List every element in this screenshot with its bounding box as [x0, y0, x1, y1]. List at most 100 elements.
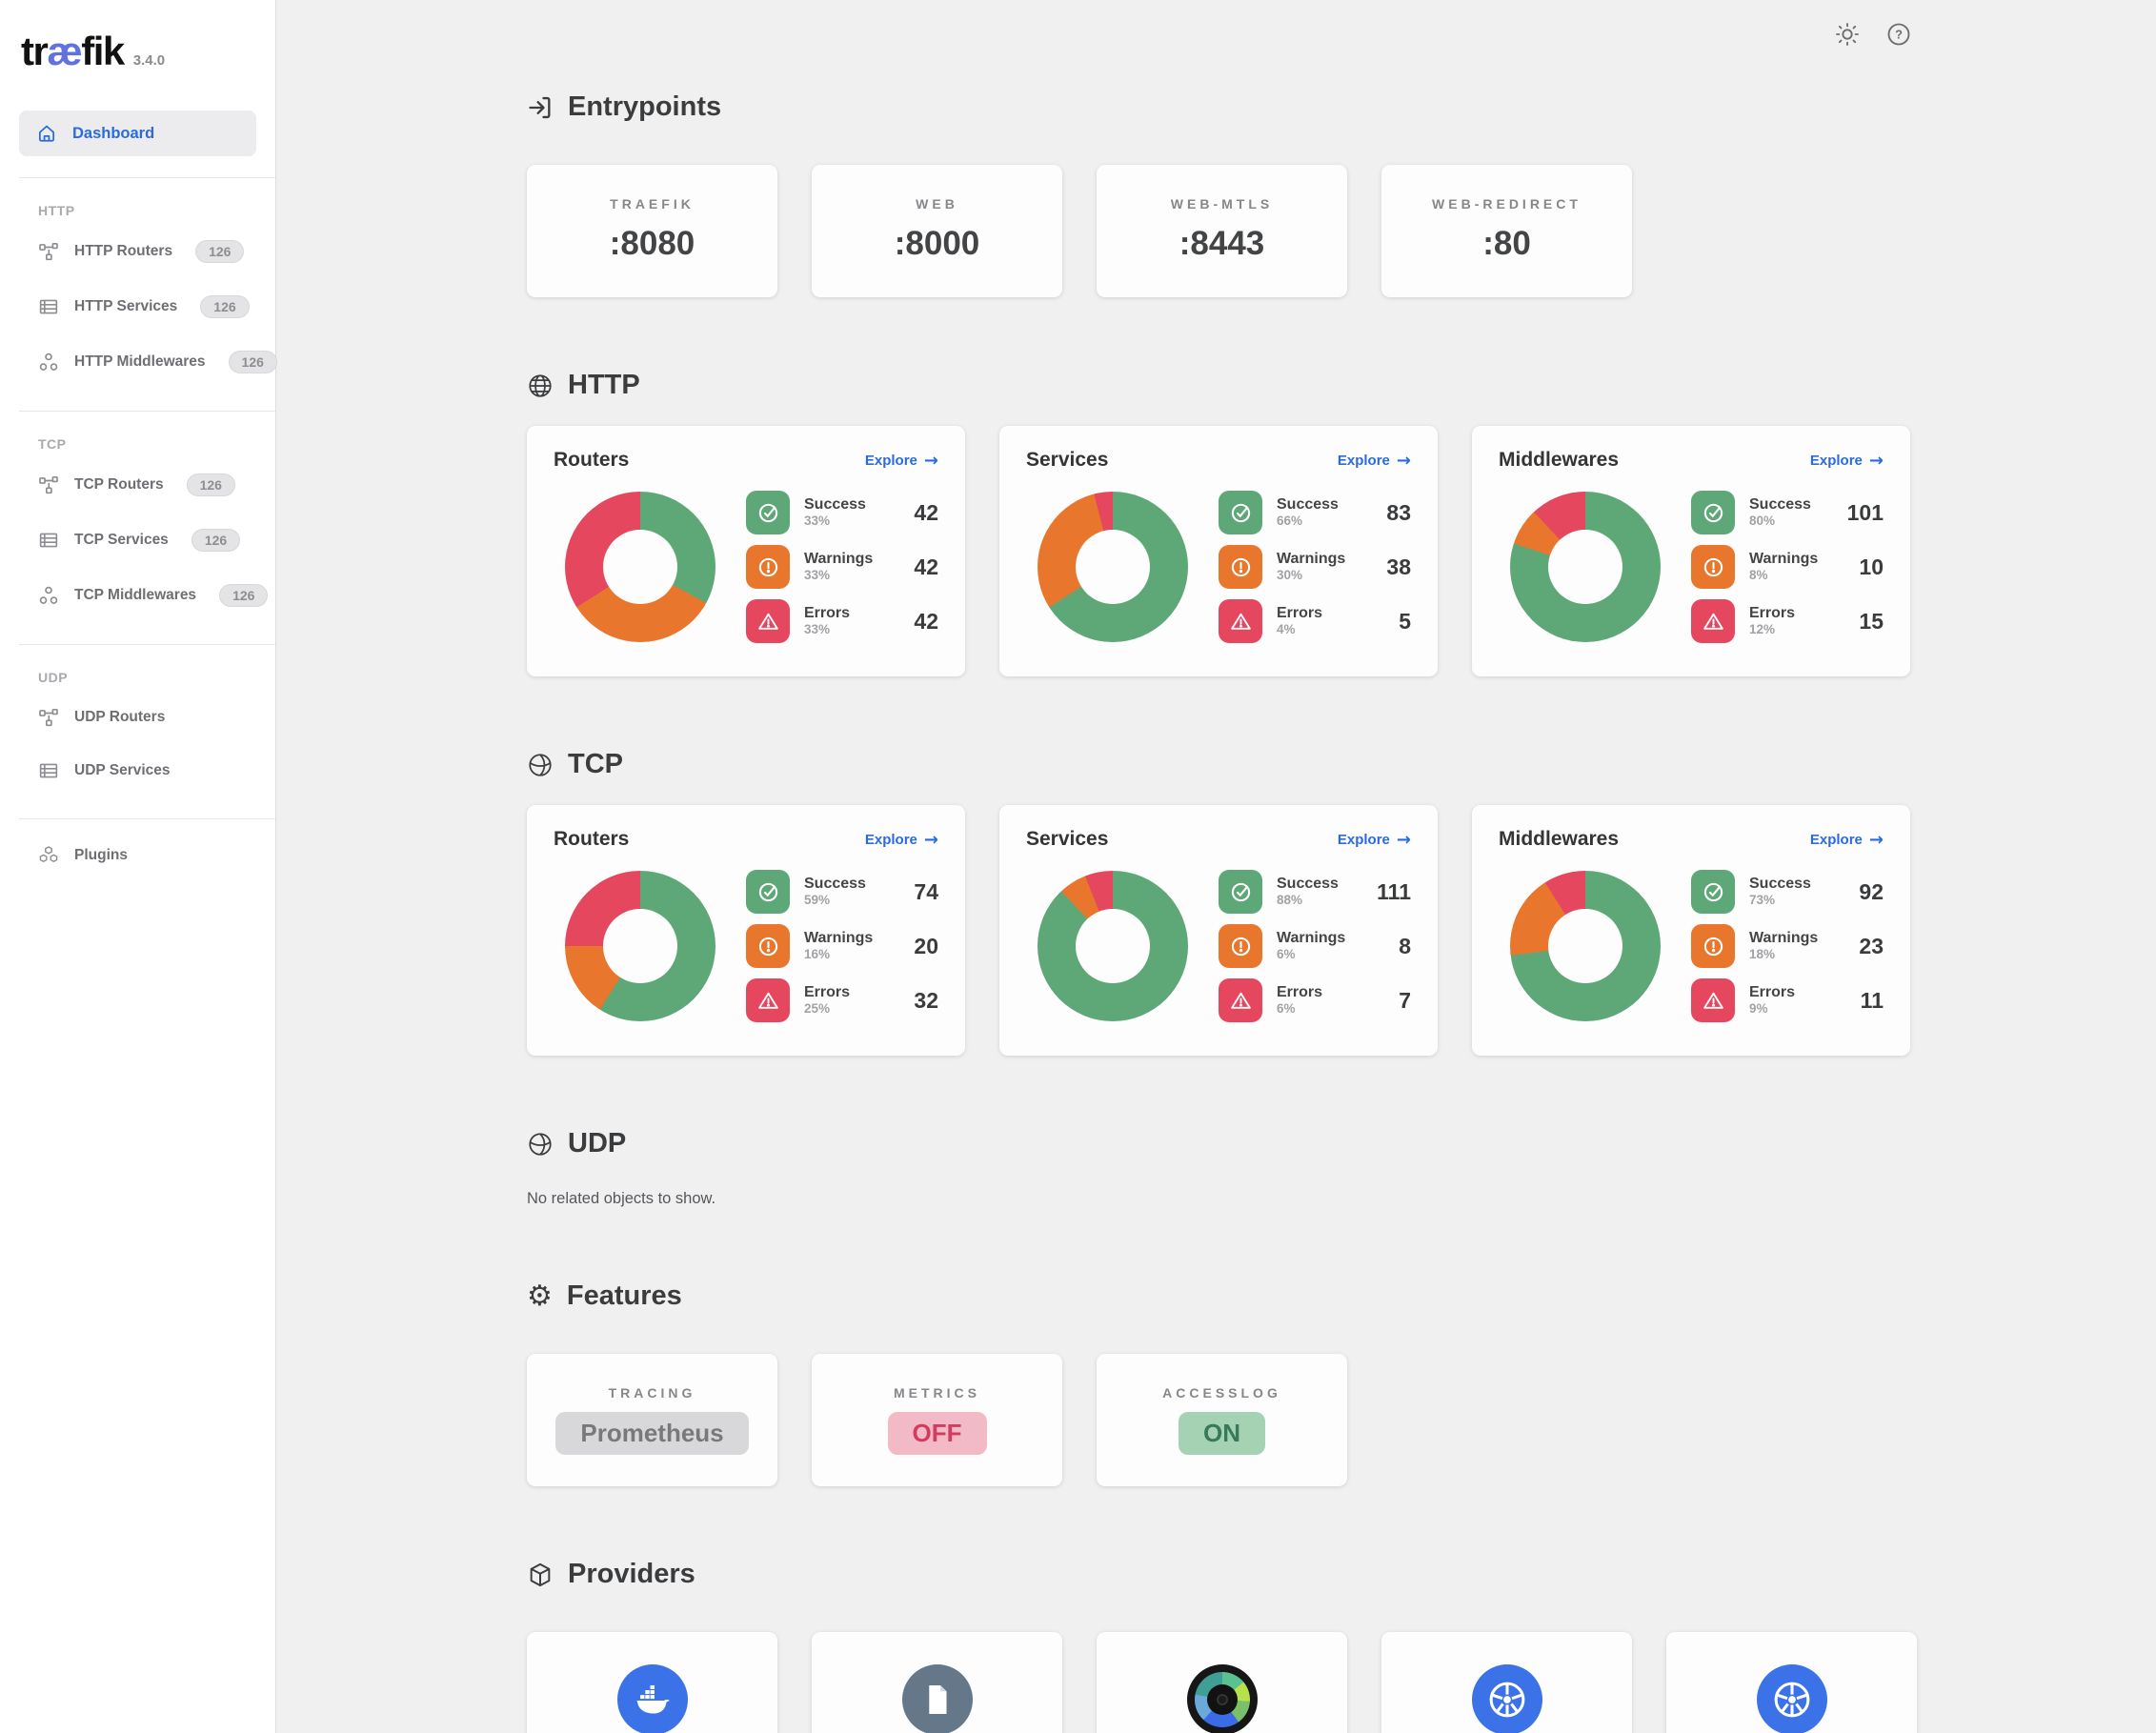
explore-link[interactable]: Explore→	[865, 830, 938, 850]
sidebar-item-label: HTTP Routers	[74, 243, 172, 260]
login-icon	[527, 94, 554, 121]
plugins-icon	[38, 845, 59, 866]
card-title: Middlewares	[1499, 449, 1619, 472]
explore-link[interactable]: Explore→	[1338, 451, 1411, 471]
sidebar-item-http-middlewares[interactable]: HTTP Middlewares 126	[0, 334, 275, 390]
count-badge: 126	[187, 474, 235, 496]
sidebar: træfik 3.4.0 Dashboard HTTP HTTP Routers…	[0, 0, 276, 1733]
sidebar-item-tcp-services[interactable]: TCP Services 126	[0, 513, 275, 568]
sidebar-item-label: HTTP Middlewares	[74, 353, 206, 371]
stat-errors: Errors12% 15	[1691, 599, 1884, 643]
entrypoint-card-web-mtls: WEB-MTLS :8443	[1097, 165, 1347, 297]
sidebar-section-tcp: TCP	[0, 412, 275, 457]
provider-card-docker: Docker	[527, 1632, 777, 1733]
card-title: Routers	[554, 449, 629, 472]
sidebar-item-plugins[interactable]: Plugins	[0, 829, 275, 882]
tcp-services-card: Services Explore→ Success88% 111 Warnin	[999, 805, 1438, 1056]
stat-success: Success33% 42	[746, 491, 938, 534]
tcp-routers-card: Routers Explore→ Success59% 74 Warnings	[527, 805, 965, 1056]
stat-warnings: Warnings6% 8	[1219, 924, 1411, 968]
docker-icon	[617, 1664, 688, 1733]
alert-triangle-icon	[746, 599, 790, 643]
globe-icon	[527, 373, 554, 399]
entrypoint-port: :8443	[1179, 225, 1265, 263]
routers-icon	[38, 241, 59, 262]
sidebar-item-label: TCP Routers	[74, 476, 164, 494]
marathon-icon	[1187, 1664, 1258, 1733]
sidebar-item-label: TCP Services	[74, 532, 169, 549]
middlewares-icon	[38, 352, 59, 373]
stat-success: Success59% 74	[746, 870, 938, 914]
routers-icon	[38, 474, 59, 495]
provider-card-marathon: Marathon	[1097, 1632, 1347, 1733]
entrypoint-name: WEB-REDIRECT	[1432, 196, 1582, 212]
tcp-middlewares-card: Middlewares Explore→ Success73% 92 Warn	[1472, 805, 1910, 1056]
arrow-right-icon: →	[1397, 451, 1411, 471]
package-icon	[527, 1562, 554, 1588]
card-title: Services	[1026, 828, 1108, 851]
services-icon	[38, 760, 59, 781]
arrow-right-icon: →	[1869, 830, 1884, 850]
http-routers-card: Routers Explore→ Success33% 42 Warnings	[527, 426, 965, 676]
sidebar-item-tcp-routers[interactable]: TCP Routers 126	[0, 457, 275, 513]
sidebar-item-tcp-middlewares[interactable]: TCP Middlewares 126	[0, 568, 275, 623]
arrow-right-icon: →	[1397, 830, 1411, 850]
feature-name: ACCESSLOG	[1162, 1385, 1281, 1401]
alert-circle-icon	[746, 545, 790, 589]
globe-icon	[527, 752, 554, 778]
section-providers: Providers Docker File Marathon	[527, 1559, 2156, 1733]
sidebar-item-label: UDP Routers	[74, 709, 165, 726]
section-features: ⚙ Features TRACING Prometheus METRICS OF…	[527, 1280, 2156, 1486]
feature-value-pill: ON	[1179, 1412, 1265, 1455]
entrypoint-port: :80	[1482, 225, 1531, 263]
card-title: Middlewares	[1499, 828, 1619, 851]
explore-link[interactable]: Explore→	[1810, 451, 1884, 471]
sidebar-item-http-routers[interactable]: HTTP Routers 126	[0, 224, 275, 279]
alert-triangle-icon	[1219, 978, 1262, 1022]
check-circle-icon	[746, 491, 790, 534]
sidebar-item-label: Dashboard	[72, 125, 154, 143]
section-tcp: TCP Routers Explore→ Success59% 74	[527, 749, 2156, 1056]
count-badge: 126	[195, 240, 244, 263]
header-actions: ?	[1834, 21, 1912, 48]
provider-card-file: File	[812, 1632, 1062, 1733]
kubernetes-icon	[1757, 1664, 1827, 1733]
alert-circle-icon	[746, 924, 790, 968]
help-icon[interactable]: ?	[1885, 21, 1912, 48]
section-title: UDP	[568, 1128, 626, 1159]
app-version: 3.4.0	[133, 52, 165, 69]
explore-link[interactable]: Explore→	[865, 451, 938, 471]
entrypoint-name: WEB-MTLS	[1171, 196, 1273, 212]
donut-chart	[1038, 871, 1188, 1021]
explore-link[interactable]: Explore→	[1338, 830, 1411, 850]
arrow-right-icon: →	[924, 451, 938, 471]
check-circle-icon	[746, 870, 790, 914]
stat-warnings: Warnings30% 38	[1219, 545, 1411, 589]
donut-chart	[1510, 492, 1661, 642]
donut-chart	[1038, 492, 1188, 642]
explore-link[interactable]: Explore→	[1810, 830, 1884, 850]
sidebar-item-label: Plugins	[74, 847, 128, 864]
section-title: TCP	[568, 749, 623, 780]
routers-icon	[38, 707, 59, 728]
sidebar-item-dashboard[interactable]: Dashboard	[19, 111, 256, 156]
sidebar-item-label: TCP Middlewares	[74, 587, 196, 604]
http-services-card: Services Explore→ Success66% 83 Warning	[999, 426, 1438, 676]
feature-card-accesslog: ACCESSLOG ON	[1097, 1354, 1347, 1486]
donut-chart	[565, 871, 715, 1021]
theme-sun-icon[interactable]	[1834, 21, 1861, 48]
count-badge: 126	[219, 584, 268, 607]
app-logo[interactable]: træfik 3.4.0	[0, 0, 275, 74]
services-icon	[38, 296, 59, 317]
count-badge: 126	[200, 295, 249, 318]
feature-card-metrics: METRICS OFF	[812, 1354, 1062, 1486]
services-icon	[38, 530, 59, 551]
card-title: Services	[1026, 449, 1108, 472]
sidebar-item-udp-routers[interactable]: UDP Routers	[0, 691, 275, 744]
entrypoint-port: :8000	[895, 225, 980, 263]
stat-success: Success88% 111	[1219, 870, 1411, 914]
sidebar-item-udp-services[interactable]: UDP Services	[0, 744, 275, 797]
donut-chart	[1510, 871, 1661, 1021]
http-middlewares-card: Middlewares Explore→ Success80% 101 War	[1472, 426, 1910, 676]
sidebar-item-http-services[interactable]: HTTP Services 126	[0, 279, 275, 334]
